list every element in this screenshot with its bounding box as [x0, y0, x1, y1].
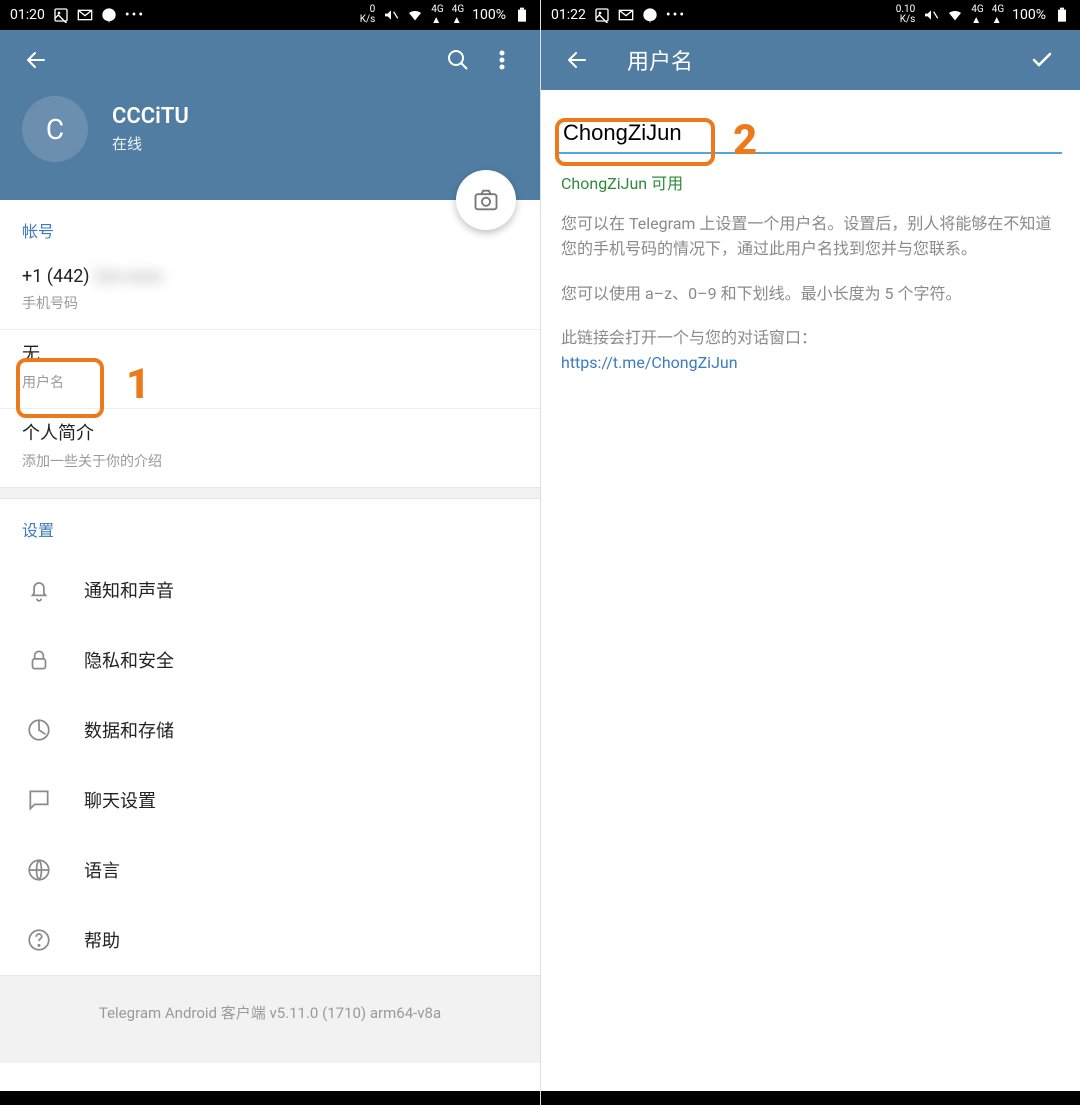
- back-button[interactable]: [555, 38, 599, 82]
- profile-header: C CCCiTU 在线: [0, 90, 540, 200]
- wifi-icon: [947, 7, 963, 23]
- settings-data[interactable]: 数据和存储: [0, 695, 540, 765]
- signal-4g-1: 4G▲: [971, 4, 983, 26]
- signal-4g-2: 4G▲: [992, 4, 1004, 26]
- search-button[interactable]: [436, 38, 480, 82]
- settings-section-title: 设置: [0, 499, 540, 555]
- description-3: 此链接会打开一个与您的对话窗口： https://t.me/ChongZiJun: [541, 306, 1080, 376]
- signal-4g-2: 4G▲: [452, 4, 464, 26]
- bio-item[interactable]: 个人简介 添加一些关于你的介绍: [0, 409, 540, 487]
- more-notifications-icon: •••: [666, 7, 686, 23]
- arrow-left-icon: [565, 48, 589, 72]
- wifi-icon: [407, 7, 423, 23]
- version-footer: Telegram Android 客户端 v5.11.0 (1710) arm6…: [0, 975, 540, 1063]
- battery-percent: 100%: [472, 7, 506, 23]
- status-bar: 01:20 ••• 0K/s 4G▲ 4G▲ 100%: [0, 0, 540, 30]
- more-notifications-icon: •••: [125, 7, 145, 23]
- settings-help[interactable]: 帮助: [0, 905, 540, 975]
- hangouts-icon: [101, 7, 117, 23]
- lock-icon: [26, 647, 52, 673]
- page-title: 用户名: [627, 44, 693, 76]
- profile-name: CCCiTU: [112, 104, 189, 129]
- settings-chat[interactable]: 聊天设置: [0, 765, 540, 835]
- username-input[interactable]: [559, 114, 1062, 154]
- arrow-left-icon: [24, 48, 48, 72]
- username-value: 无: [22, 340, 518, 366]
- nav-bar: [541, 1091, 1080, 1105]
- description-2: 您可以使用 a–z、0–9 和下划线。最小长度为 5 个字符。: [541, 262, 1080, 307]
- status-time: 01:20: [10, 7, 45, 23]
- content-scroll[interactable]: ChongZiJun 可用 您可以在 Telegram 上设置一个用户名。设置后…: [541, 90, 1080, 1105]
- status-bar: 01:22 ••• 0.10K/s 4G▲ 4G▲ 100%: [541, 0, 1080, 30]
- phone-label: 手机号码: [22, 293, 518, 313]
- description-1: 您可以在 Telegram 上设置一个用户名。设置后，别人将能够在不知道您的手机…: [541, 204, 1080, 262]
- bell-icon: [26, 577, 52, 603]
- mute-icon: [383, 7, 399, 23]
- search-icon: [446, 48, 470, 72]
- bio-sub: 添加一些关于你的介绍: [22, 451, 518, 471]
- phone-item[interactable]: +1 (442) 2xx-xxxx 手机号码: [0, 256, 540, 330]
- settings-language[interactable]: 语言: [0, 835, 540, 905]
- status-time: 01:22: [551, 7, 586, 23]
- chat-icon: [26, 787, 52, 813]
- gmail-icon: [77, 7, 93, 23]
- back-button[interactable]: [14, 38, 58, 82]
- nav-bar: [0, 1091, 540, 1105]
- hangouts-icon: [642, 7, 658, 23]
- more-button[interactable]: [480, 38, 524, 82]
- app-bar: 用户名: [541, 30, 1080, 90]
- gallery-icon: [53, 7, 69, 23]
- content-scroll[interactable]: 帐号 +1 (442) 2xx-xxxx 手机号码 无 用户名 个人简介 添加一…: [0, 200, 540, 1105]
- avatar[interactable]: C: [22, 96, 88, 162]
- right-screen: 01:22 ••• 0.10K/s 4G▲ 4G▲ 100% 用户名: [540, 0, 1080, 1105]
- availability-text: ChongZiJun 可用: [541, 154, 1080, 204]
- phone-censored: 2xx-xxxx: [94, 266, 163, 287]
- app-bar: C CCCiTU 在线: [0, 30, 540, 200]
- profile-link[interactable]: https://t.me/ChongZiJun: [561, 353, 738, 372]
- left-screen: 01:20 ••• 0K/s 4G▲ 4G▲ 100%: [0, 0, 540, 1105]
- help-icon: [26, 927, 52, 953]
- check-icon: [1030, 48, 1054, 72]
- network-speed: 0.10K/s: [896, 5, 916, 25]
- gmail-icon: [618, 7, 634, 23]
- camera-icon: [472, 186, 500, 214]
- confirm-button[interactable]: [1020, 38, 1064, 82]
- settings-privacy[interactable]: 隐私和安全: [0, 625, 540, 695]
- username-item[interactable]: 无 用户名: [0, 330, 540, 409]
- signal-4g-1: 4G▲: [431, 4, 443, 26]
- phone-prefix: +1 (442): [22, 266, 94, 287]
- section-divider: [0, 487, 540, 499]
- bio-title: 个人简介: [22, 419, 518, 445]
- battery-icon: [1054, 7, 1070, 23]
- gallery-icon: [594, 7, 610, 23]
- more-vert-icon: [490, 48, 514, 72]
- username-label: 用户名: [22, 372, 518, 392]
- camera-fab[interactable]: [456, 170, 516, 230]
- settings-notifications[interactable]: 通知和声音: [0, 555, 540, 625]
- mute-icon: [923, 7, 939, 23]
- battery-icon: [514, 7, 530, 23]
- network-speed: 0K/s: [360, 5, 376, 25]
- profile-status: 在线: [112, 133, 189, 154]
- battery-percent: 100%: [1012, 7, 1046, 23]
- globe-icon: [26, 857, 52, 883]
- data-icon: [26, 717, 52, 743]
